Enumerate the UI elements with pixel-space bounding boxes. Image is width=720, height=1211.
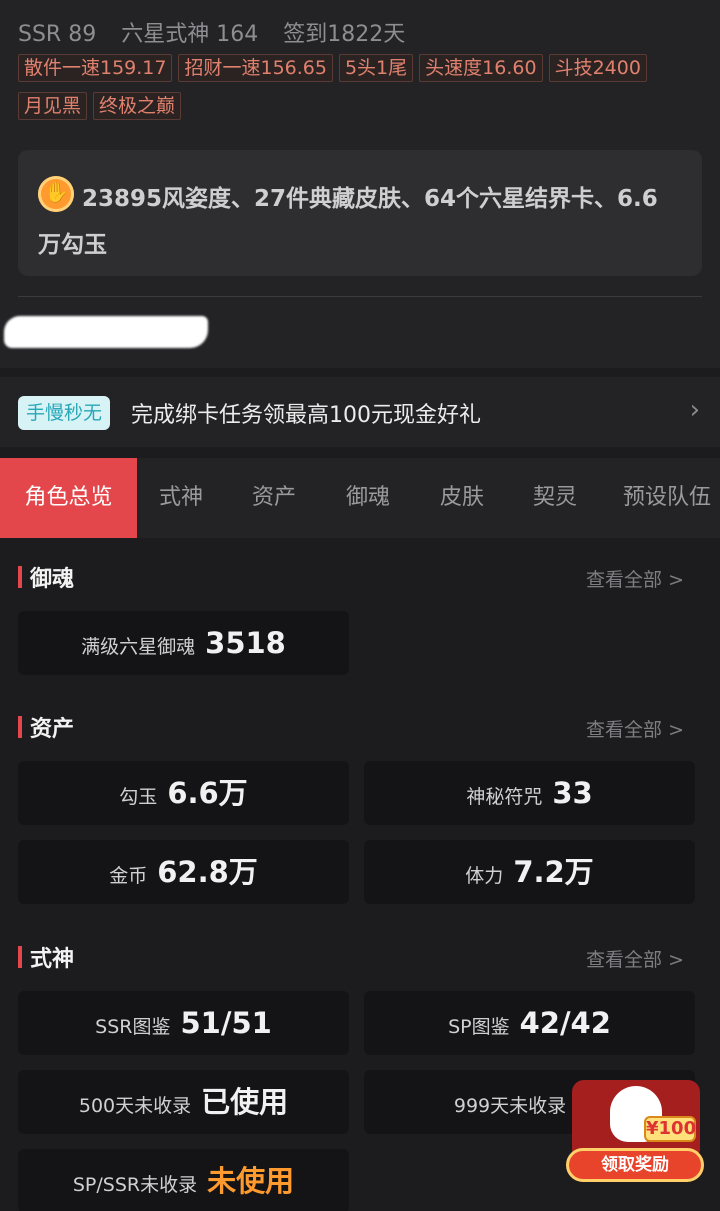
stat-card[interactable]: 勾玉 6.6万 [18, 761, 349, 825]
tag: 散件一速159.17 [18, 54, 173, 82]
stat-label: 体力 [465, 865, 504, 887]
thumbs-up-icon [38, 174, 74, 212]
profile-stats: SSR 89 六星式神 164 签到1822天 [18, 16, 423, 48]
highlight-box: 23895风姿度、27件典藏皮肤、64个六星结界卡、6.6万勾玉 [18, 150, 702, 276]
tag: 斗技2400 [548, 54, 647, 82]
six-star-count: 六星式神 164 [121, 22, 259, 47]
stat-label: 金币 [109, 865, 148, 887]
tag: 终极之巅 [93, 92, 182, 120]
stat-value: 42/42 [519, 1006, 611, 1040]
stat-card[interactable]: SP/SSR未收录 未使用 [18, 1149, 349, 1211]
tab-bar: 角色总览 式神 资产 御魂 皮肤 契灵 预设队伍 [0, 458, 720, 538]
view-all-yuhun[interactable]: 查看全部 > [586, 565, 684, 592]
stat-value: 7.2万 [513, 855, 594, 889]
stat-card[interactable]: 金币 62.8万 [18, 840, 349, 904]
stat-value: 6.6万 [167, 776, 248, 810]
stat-value: 33 [552, 776, 593, 810]
stat-card[interactable]: 神秘符咒 33 [364, 761, 695, 825]
stat-label: 神秘符咒 [466, 786, 543, 808]
stat-label: SP/SSR未收录 [72, 1174, 198, 1196]
chevron-right-icon: › [689, 395, 700, 425]
promo-badge: 手慢秒无 [18, 396, 111, 430]
tab-preset-team[interactable]: 预设队伍 [623, 458, 711, 538]
stat-card[interactable]: 500天未收录 已使用 [18, 1070, 349, 1134]
view-all-assets[interactable]: 查看全部 > [586, 715, 684, 742]
stat-value: 已使用 [201, 1085, 289, 1119]
stat-value: 3518 [205, 626, 286, 660]
tab-shikigami[interactable]: 式神 [159, 458, 203, 538]
stat-value: 62.8万 [157, 855, 258, 889]
view-all-shikigami[interactable]: 查看全部 > [586, 945, 684, 972]
tag: 头速度16.60 [419, 54, 543, 82]
reward-widget[interactable]: ¥100 领取奖励 [566, 1076, 704, 1184]
tab-skins[interactable]: 皮肤 [440, 458, 484, 538]
stat-card[interactable]: SSR图鉴 51/51 [18, 991, 349, 1055]
promo-banner[interactable]: 手慢秒无 完成绑卡任务领最高100元现金好礼 › [0, 377, 720, 447]
stat-card[interactable]: 满级六星御魂 3518 [18, 611, 349, 675]
divider [18, 296, 702, 297]
ssr-count: SSR 89 [18, 22, 97, 47]
checkin-days: 签到1822天 [283, 22, 406, 47]
redacted-text [4, 316, 208, 348]
tag-list: 散件一速159.17 招财一速156.65 5头1尾 头速度16.60 斗技2400 月见… [18, 54, 708, 130]
stat-label: 勾玉 [119, 786, 158, 808]
stat-label: SP图鉴 [448, 1016, 510, 1038]
tab-assets[interactable]: 资产 [252, 458, 296, 538]
section-title-shikigami: 式神 [18, 941, 74, 973]
tab-overview[interactable]: 角色总览 [0, 458, 137, 538]
stat-label: SSR图鉴 [95, 1016, 171, 1038]
stat-value: 未使用 [207, 1164, 295, 1198]
tab-yuhun[interactable]: 御魂 [346, 458, 390, 538]
section-title-yuhun: 御魂 [18, 561, 74, 593]
tag: 招财一速156.65 [178, 54, 333, 82]
highlight-text: 23895风姿度、27件典藏皮肤、64个六星结界卡、6.6万勾玉 [38, 186, 658, 258]
stat-label: 满级六星御魂 [81, 636, 196, 658]
promo-text: 完成绑卡任务领最高100元现金好礼 [131, 403, 481, 428]
stat-value: 51/51 [180, 1006, 272, 1040]
reward-amount: ¥100 [644, 1116, 696, 1142]
claim-reward-button[interactable]: 领取奖励 [566, 1148, 704, 1182]
tag: 5头1尾 [338, 54, 414, 82]
stat-label: 500天未收录 [78, 1095, 192, 1117]
stat-card[interactable]: 体力 7.2万 [364, 840, 695, 904]
stat-card[interactable]: SP图鉴 42/42 [364, 991, 695, 1055]
stat-label: 999天未收录 [453, 1095, 567, 1117]
tab-qiling[interactable]: 契灵 [533, 458, 577, 538]
section-title-assets: 资产 [18, 711, 74, 743]
tag: 月见黑 [18, 92, 88, 120]
profile-panel: SSR 89 六星式神 164 签到1822天 散件一速159.17 招财一速15… [0, 0, 720, 368]
